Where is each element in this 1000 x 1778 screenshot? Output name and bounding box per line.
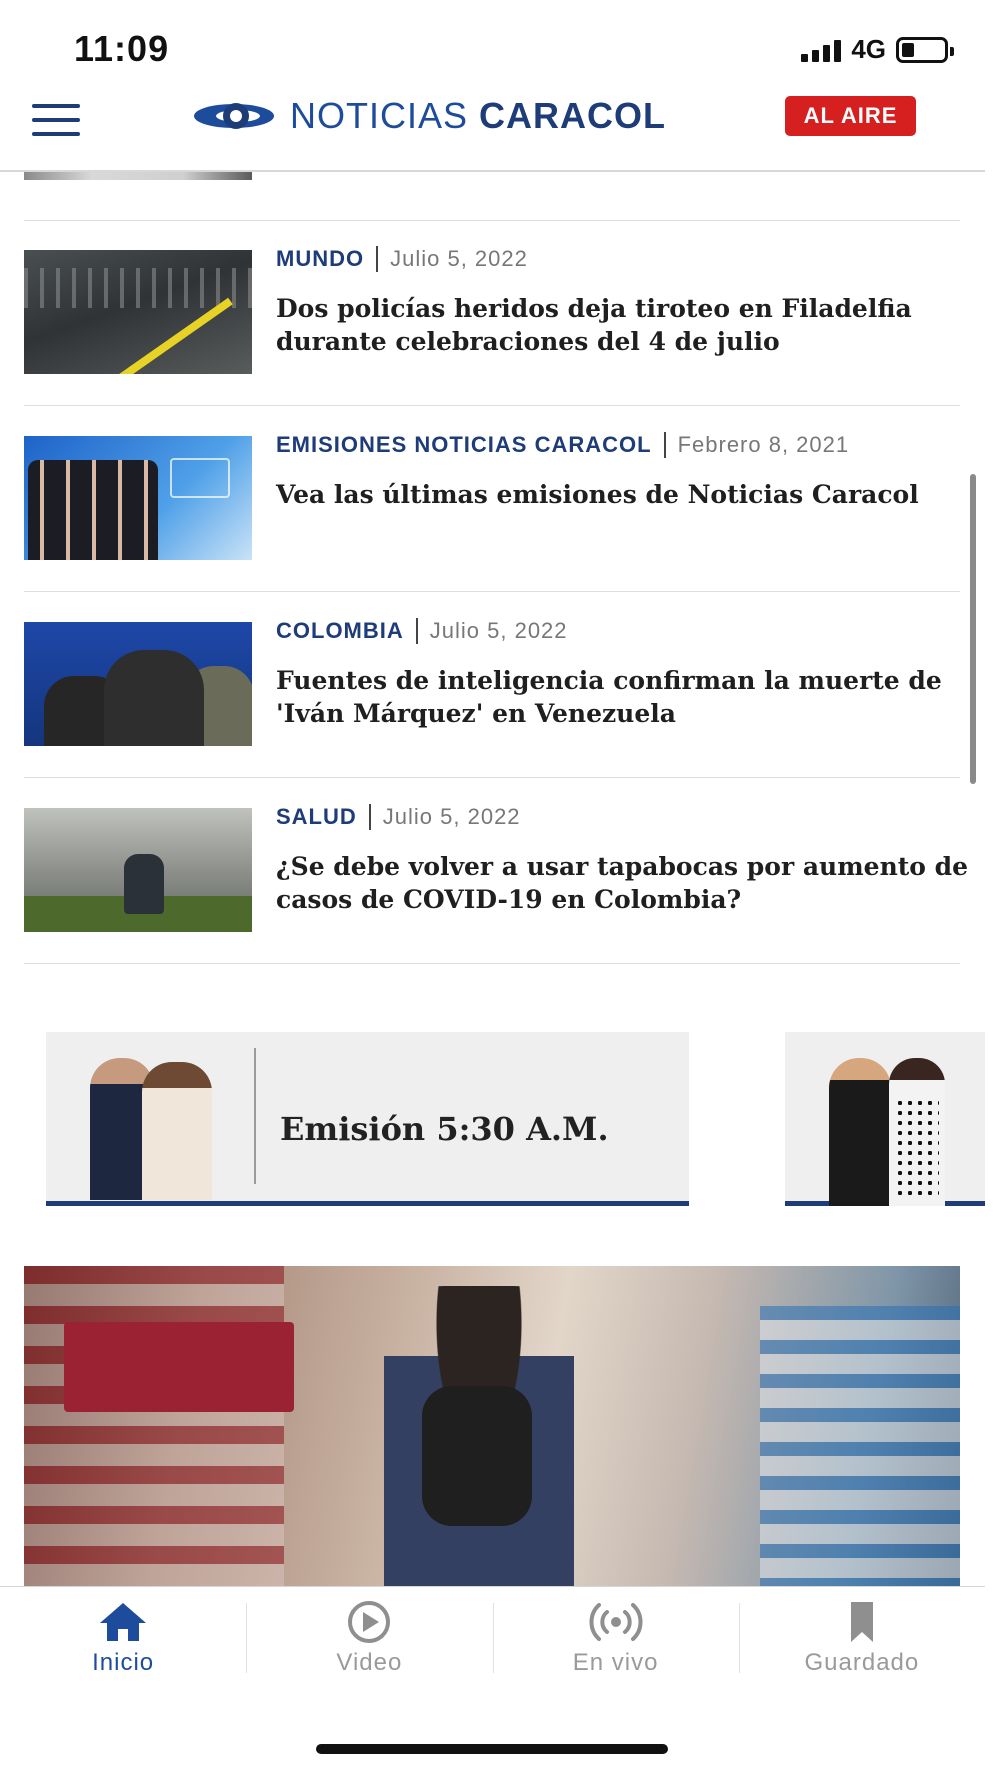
hamburger-menu-icon[interactable] (32, 100, 80, 140)
meta-separator (376, 246, 379, 272)
news-meta: COLOMBIA Julio 5, 2022 (276, 618, 568, 644)
news-date: Julio 5, 2022 (390, 246, 528, 271)
news-item[interactable]: COLOMBIA Julio 5, 2022 Fuentes de inteli… (24, 592, 960, 778)
caracol-logo-icon (194, 103, 274, 129)
app-header: NOTICIAS CARACOL AL AIRE (0, 90, 985, 172)
news-item[interactable]: EMISIONES NOTICIAS CARACOL Febrero 8, 20… (24, 406, 960, 592)
bottom-tab-bar: Inicio Video En vivo Guardado (0, 1586, 985, 1698)
scrollbar[interactable] (970, 474, 976, 784)
tab-label: Inicio (92, 1649, 155, 1676)
emission-card[interactable]: Emisión 5:30 A.M. (46, 1032, 689, 1206)
tab-label: En vivo (572, 1649, 659, 1676)
news-title[interactable]: Fuentes de inteligencia confirman la mue… (276, 664, 976, 730)
emission-hosts-image (90, 1048, 220, 1200)
tab-en-vivo[interactable]: En vivo (492, 1587, 739, 1698)
news-date: Julio 5, 2022 (429, 618, 568, 643)
news-feed[interactable]: MUNDO Julio 5, 2022 Dos policías heridos… (0, 172, 985, 1586)
emission-card-next[interactable] (785, 1032, 985, 1206)
featured-news-image[interactable] (24, 1266, 960, 1586)
news-category[interactable]: EMISIONES NOTICIAS CARACOL (276, 432, 652, 458)
emission-divider (254, 1048, 256, 1184)
live-button[interactable]: AL AIRE (785, 96, 916, 136)
status-bar: 11:09 4G (0, 0, 1000, 90)
battery-icon (896, 36, 954, 63)
emission-title[interactable]: Emisión 5:30 A.M. (280, 1110, 609, 1148)
news-item[interactable]: SALUD Julio 5, 2022 ¿Se debe volver a us… (24, 778, 968, 964)
news-item[interactable]: MUNDO Julio 5, 2022 Dos policías heridos… (24, 220, 960, 406)
news-thumbnail[interactable] (24, 808, 252, 932)
tab-inicio[interactable]: Inicio (0, 1587, 246, 1698)
news-meta: SALUD Julio 5, 2022 (276, 804, 521, 830)
news-thumbnail[interactable] (24, 436, 252, 560)
news-title[interactable]: Dos policías heridos deja tiroteo en Fil… (276, 292, 976, 358)
status-time: 11:09 (74, 28, 170, 69)
logo-text-bold: CARACOL (479, 95, 667, 136)
meta-separator (415, 618, 418, 644)
partial-thumbnail[interactable] (24, 172, 252, 180)
meta-separator (368, 804, 371, 830)
noticias-caracol-logo[interactable]: NOTICIAS CARACOL (192, 90, 666, 142)
tab-label: Guardado (804, 1649, 920, 1676)
news-meta: EMISIONES NOTICIAS CARACOL Febrero 8, 20… (276, 432, 849, 458)
news-meta: MUNDO Julio 5, 2022 (276, 246, 528, 272)
meta-separator (663, 432, 666, 458)
news-title[interactable]: Vea las últimas emisiones de Noticias Ca… (276, 478, 976, 511)
news-category[interactable]: MUNDO (276, 246, 364, 272)
home-icon (100, 1603, 147, 1641)
news-date: Julio 5, 2022 (382, 804, 521, 829)
live-broadcast-icon (589, 1603, 643, 1641)
tab-guardado[interactable]: Guardado (738, 1587, 985, 1698)
tab-label: Video (336, 1649, 403, 1676)
news-date: Febrero 8, 2021 (677, 432, 850, 457)
network-type: 4G (851, 34, 886, 64)
play-icon (348, 1601, 391, 1643)
status-indicators: 4G (801, 34, 954, 65)
news-thumbnail[interactable] (24, 622, 252, 746)
news-title[interactable]: ¿Se debe volver a usar tapabocas por aum… (276, 850, 976, 916)
tab-video[interactable]: Video (246, 1587, 492, 1698)
bookmark-icon (850, 1602, 873, 1642)
logo-text-light: NOTICIAS (290, 95, 469, 136)
news-category[interactable]: COLOMBIA (276, 618, 404, 644)
news-category[interactable]: SALUD (276, 804, 357, 830)
signal-icon (801, 38, 842, 62)
home-indicator[interactable] (316, 1744, 668, 1754)
news-thumbnail[interactable] (24, 250, 252, 374)
